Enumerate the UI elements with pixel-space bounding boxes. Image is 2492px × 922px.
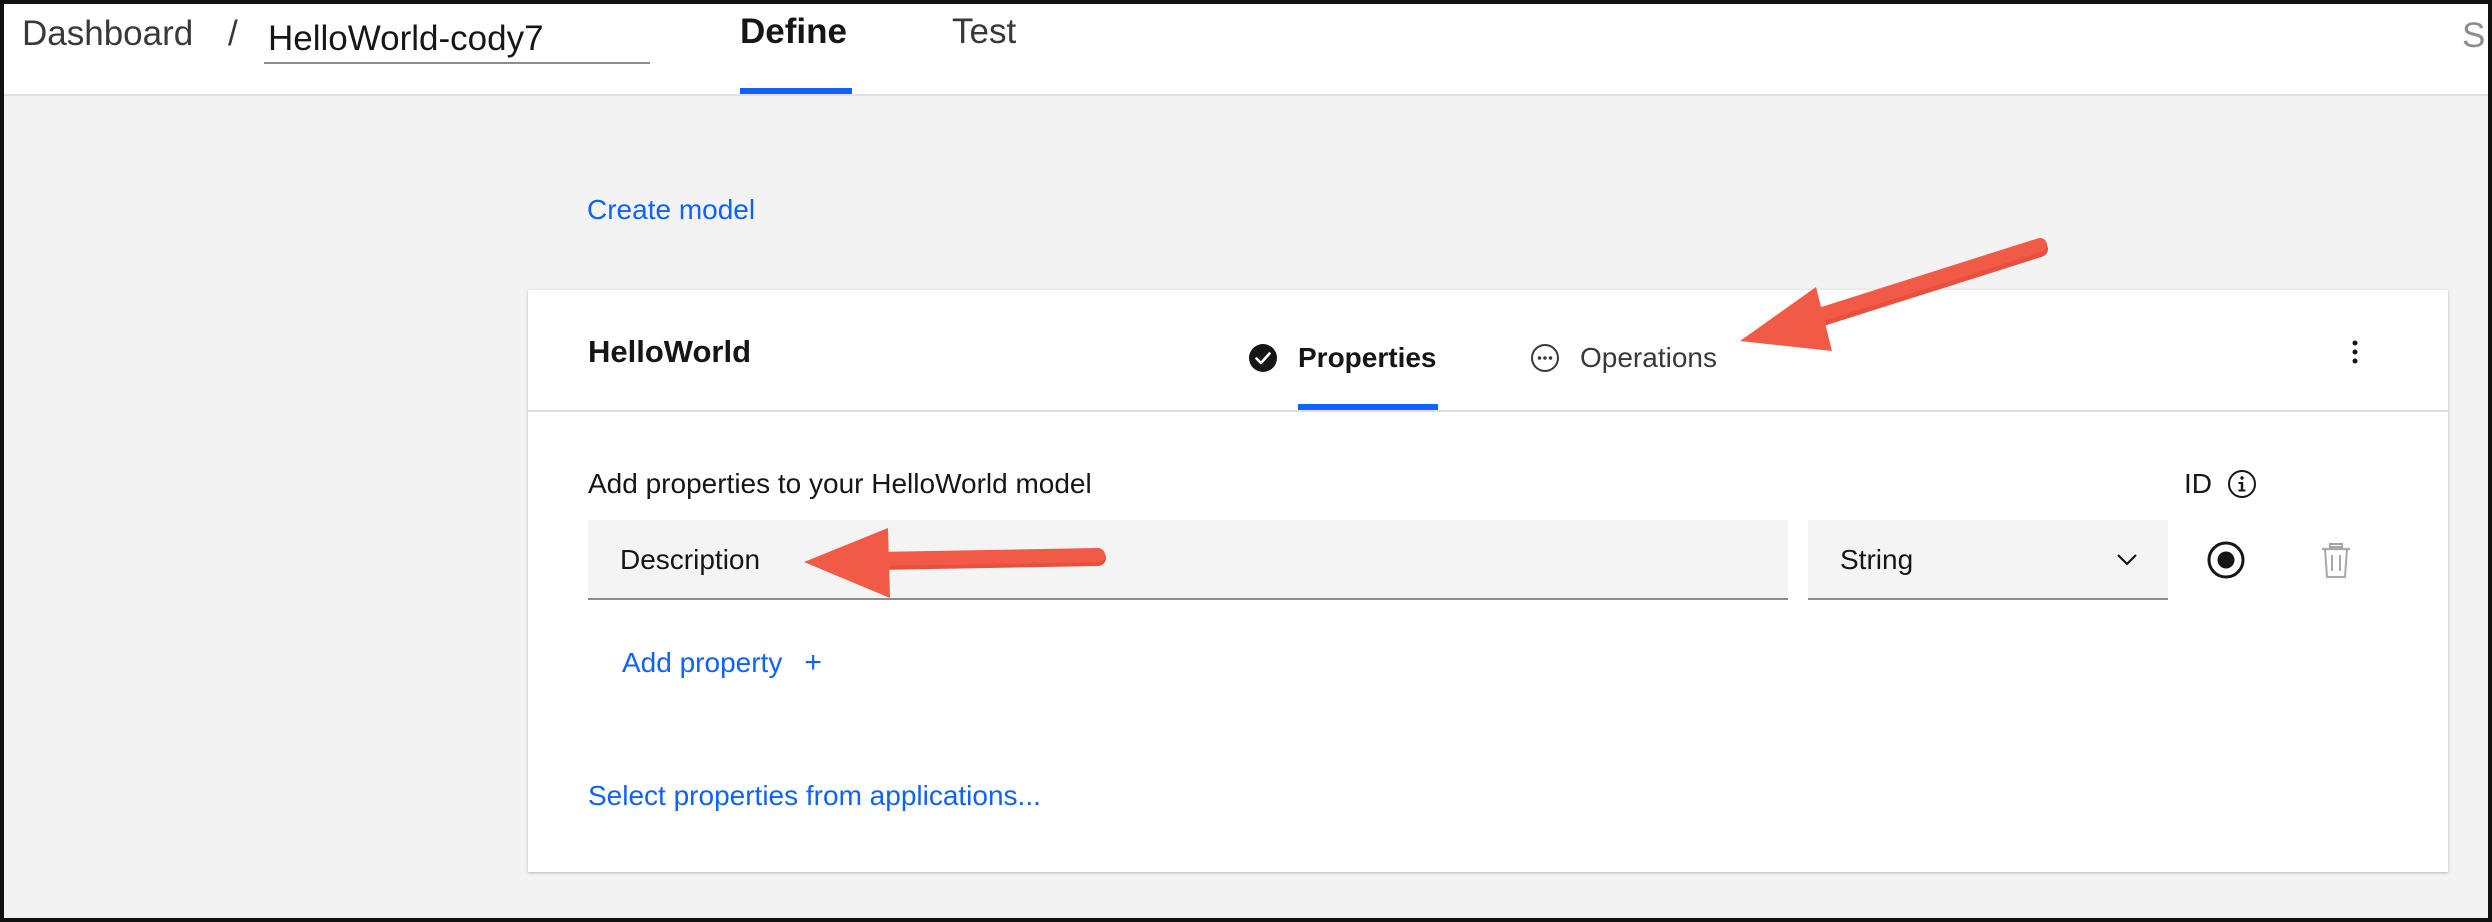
tab-define[interactable]: Define	[740, 12, 847, 52]
property-name-input[interactable]: Description	[588, 520, 1788, 600]
add-property-label: Add property	[622, 647, 783, 678]
select-properties-from-applications-link[interactable]: Select properties from applications...	[588, 780, 1041, 812]
add-property-button[interactable]: Add property +	[622, 646, 822, 680]
checkmark-filled-icon	[1249, 344, 1277, 372]
api-name-input[interactable]: HelloWorld-cody7	[264, 14, 650, 64]
chevron-down-icon	[2117, 554, 2137, 566]
tab-properties[interactable]: Properties	[1248, 338, 1437, 378]
overflow-menu-vertical-icon[interactable]	[2340, 334, 2370, 370]
model-card-header: HelloWorld Properties Operations	[528, 290, 2448, 412]
tab-properties-label: Properties	[1298, 342, 1437, 373]
id-column-label: ID	[2184, 468, 2212, 499]
top-header: Dashboard / HelloWorld-cody7 Define Test…	[4, 4, 2488, 96]
tab-test[interactable]: Test	[952, 12, 1016, 52]
plus-icon: +	[804, 646, 822, 679]
property-type-value: String	[1840, 544, 1914, 575]
truncated-header-text: S	[2462, 16, 2486, 55]
create-model-link[interactable]: Create model	[587, 194, 755, 226]
tab-operations[interactable]: Operations	[1530, 338, 1717, 378]
property-type-select[interactable]: String	[1808, 520, 2168, 600]
trash-can-icon[interactable]	[2318, 542, 2354, 580]
overflow-circle-icon	[1531, 344, 1559, 372]
tab-operations-label: Operations	[1580, 342, 1717, 373]
active-tab-indicator	[740, 88, 852, 94]
model-title: HelloWorld	[588, 334, 752, 369]
model-card: HelloWorld Properties Operations Add pro…	[528, 290, 2448, 872]
properties-tab-indicator	[1298, 404, 1438, 410]
app-frame: Dashboard / HelloWorld-cody7 Define Test…	[0, 0, 2492, 922]
information-icon[interactable]	[2226, 468, 2258, 500]
breadcrumb-separator: /	[228, 14, 238, 53]
id-radio-selected[interactable]	[2204, 538, 2248, 582]
id-column-header: ID	[2184, 468, 2258, 500]
properties-section-label: Add properties to your HelloWorld model	[588, 468, 1092, 499]
breadcrumb-dashboard-link[interactable]: Dashboard	[22, 14, 193, 54]
